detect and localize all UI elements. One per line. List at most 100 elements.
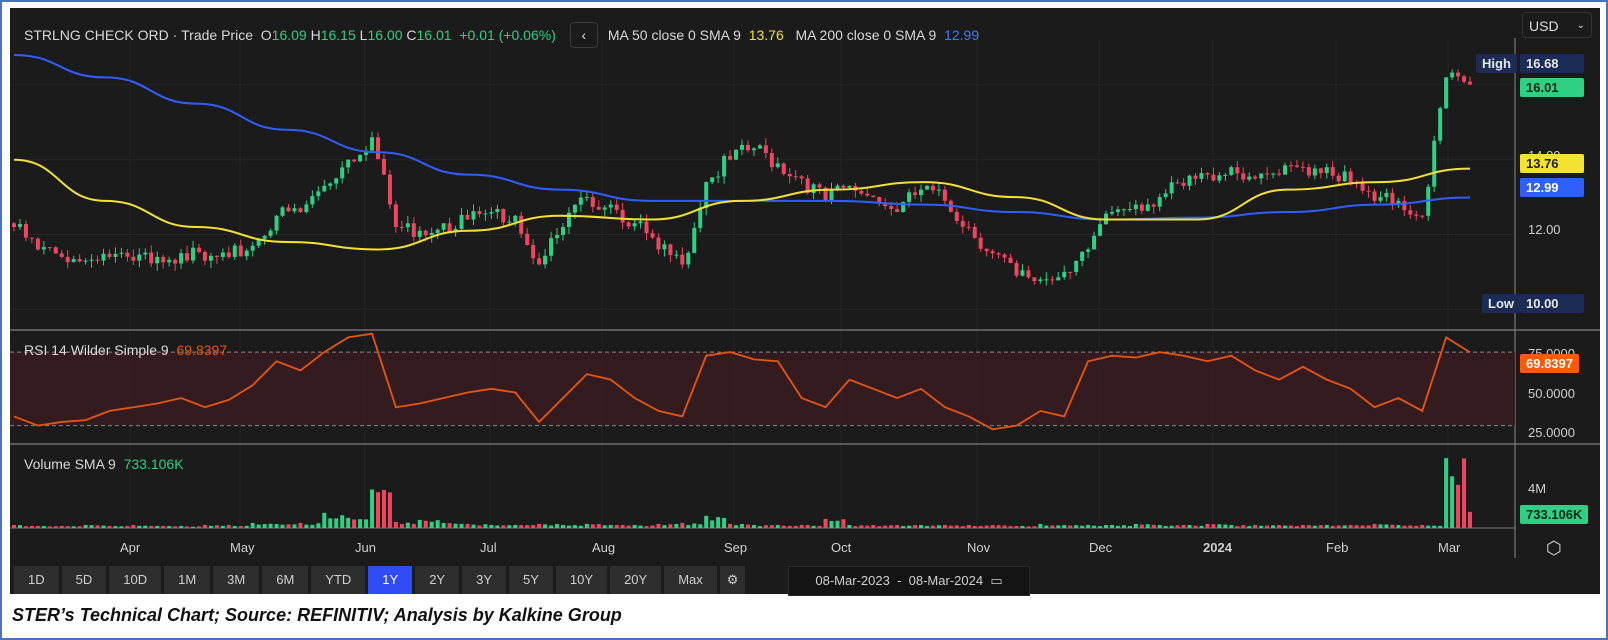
candle-body <box>167 259 172 263</box>
candle-body <box>1235 167 1240 174</box>
candle-body <box>435 229 440 233</box>
volume-bar <box>358 519 363 528</box>
range-button-1d[interactable]: 1D <box>14 566 59 594</box>
volume-bar <box>710 520 715 528</box>
low-label: L <box>359 27 368 43</box>
x-tick-label: Jun <box>355 540 376 555</box>
volume-bar <box>1366 525 1371 528</box>
chart-canvas[interactable] <box>10 8 1600 594</box>
candle-body <box>143 252 148 255</box>
volume-bar <box>17 525 22 528</box>
range-button-2y[interactable]: 2Y <box>415 566 460 594</box>
candle-body <box>489 212 494 214</box>
candle-body <box>471 211 476 220</box>
volume-bar <box>787 525 792 528</box>
range-button-5y[interactable]: 5Y <box>509 566 553 594</box>
candle-body <box>602 207 607 210</box>
candle-body <box>1348 171 1353 183</box>
candle-body <box>405 223 410 228</box>
volume-bar <box>745 524 750 528</box>
candle-body <box>787 173 792 177</box>
range-button-20y[interactable]: 20Y <box>610 566 662 594</box>
candle-body <box>1109 212 1114 214</box>
range-button-5d[interactable]: 5D <box>61 566 107 594</box>
volume-bar <box>161 525 166 528</box>
volume-bar <box>143 525 148 528</box>
volume-bar <box>274 523 279 528</box>
candle-body <box>668 244 673 255</box>
candle-body <box>393 204 398 228</box>
ma200-line <box>13 53 1471 221</box>
date-range-picker[interactable]: 08-Mar-2023 - 08-Mar-2024 ▭ <box>788 566 1030 596</box>
chevron-left-icon[interactable]: ‹ <box>569 22 598 48</box>
volume-bar <box>734 525 739 528</box>
candle-body <box>793 176 798 178</box>
range-button-max[interactable]: Max <box>664 566 717 594</box>
range-button-10y[interactable]: 10Y <box>555 566 608 594</box>
volume-bar <box>972 526 977 528</box>
volume-bar <box>101 525 106 528</box>
candle-body <box>924 185 929 190</box>
volume-bar <box>155 525 160 528</box>
candle-body <box>757 145 762 149</box>
volume-bar <box>572 525 577 528</box>
low-value: 16.00 <box>367 27 403 43</box>
candle-body <box>352 159 357 162</box>
candle-body <box>590 197 595 207</box>
candle-body <box>95 259 100 261</box>
candle-body <box>895 208 900 213</box>
candle-body <box>89 259 94 261</box>
volume-bar <box>895 524 900 528</box>
volume-bar <box>262 524 267 528</box>
volume-bar <box>495 525 500 528</box>
volume-bar <box>370 489 375 528</box>
range-button-3m[interactable]: 3M <box>213 566 260 594</box>
volume-bar <box>59 525 64 528</box>
open-label: O <box>260 27 272 43</box>
candle-body <box>1217 175 1222 181</box>
volume-bar <box>232 526 237 528</box>
high-value: 16.15 <box>320 27 356 43</box>
currency-select[interactable]: USD ⌄ <box>1522 12 1592 38</box>
volume-bar <box>1300 524 1305 528</box>
candle-body <box>208 255 213 261</box>
volume-bar <box>1420 524 1425 528</box>
candle-body <box>447 223 452 232</box>
volume-bar <box>1074 525 1079 528</box>
candle-body <box>549 238 554 256</box>
candle-body <box>781 163 786 174</box>
range-button-1m[interactable]: 1M <box>164 566 211 594</box>
volume-bar <box>340 515 345 528</box>
candle-body <box>507 221 512 223</box>
candle-body <box>1312 168 1317 176</box>
volume-bar <box>1217 524 1222 528</box>
volume-tag: 733.106K <box>1520 505 1589 524</box>
volume-bar <box>859 525 864 528</box>
candle-body <box>376 137 380 159</box>
volume-bar <box>948 525 953 528</box>
settings-eye-icon[interactable]: ⬡ <box>1546 538 1562 559</box>
range-button-3y[interactable]: 3Y <box>462 566 507 594</box>
candle-body <box>83 260 88 262</box>
gear-icon[interactable]: ⚙ <box>719 566 746 594</box>
calendar-icon[interactable]: ▭ <box>990 573 1002 588</box>
ma200-tag: 12.99 <box>1520 178 1584 197</box>
candle-body <box>1068 271 1073 273</box>
volume-bar <box>250 522 255 528</box>
candle-body <box>620 209 625 223</box>
range-button-10d[interactable]: 10D <box>109 566 162 594</box>
candle-body <box>1044 279 1049 281</box>
volume-bar <box>566 525 571 528</box>
volume-bar <box>1223 524 1228 528</box>
candle-body <box>1032 277 1037 282</box>
candle-body <box>1336 175 1341 182</box>
candle-body <box>531 244 536 259</box>
range-button-1y[interactable]: 1Y <box>368 566 413 594</box>
volume-bar <box>1175 525 1180 528</box>
range-button-6m[interactable]: 6M <box>262 566 309 594</box>
volume-bar <box>191 526 196 528</box>
volume-bar <box>89 525 94 528</box>
candle-body <box>1366 190 1371 192</box>
range-button-ytd[interactable]: YTD <box>311 566 366 594</box>
candle-body <box>1002 254 1007 258</box>
